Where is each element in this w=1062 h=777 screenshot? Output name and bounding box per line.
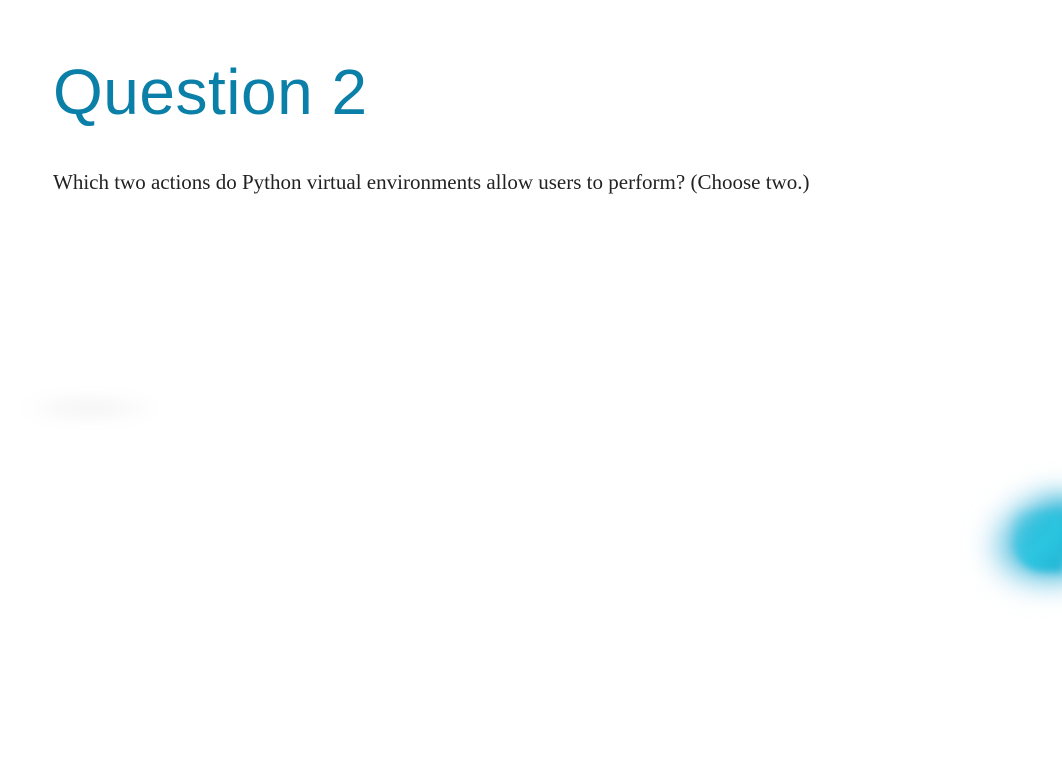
question-container: Question 2 Which two actions do Python v… [0, 0, 1062, 199]
question-text: Which two actions do Python virtual envi… [53, 167, 1012, 199]
question-title: Question 2 [53, 55, 1012, 129]
decorative-shadow [15, 395, 165, 421]
